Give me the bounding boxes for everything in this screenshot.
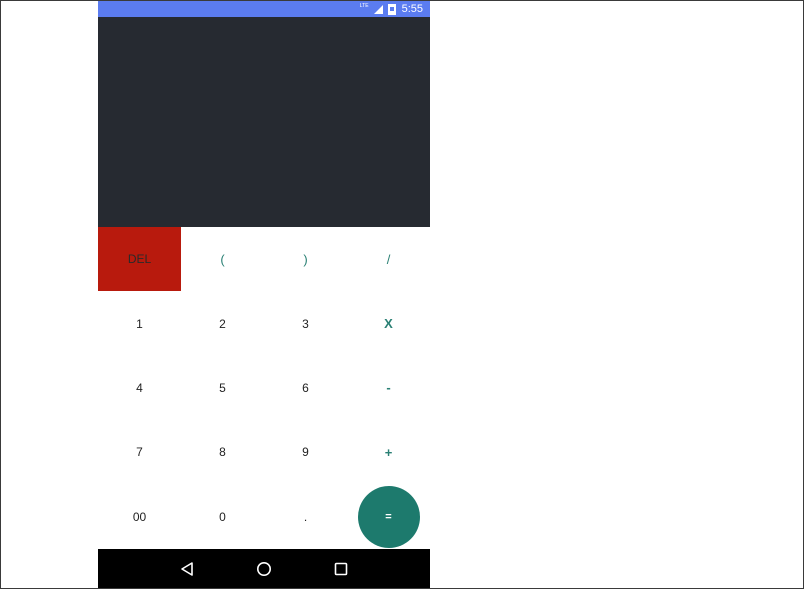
del-button[interactable]: DEL [98, 227, 181, 292]
status-time: 5:55 [401, 3, 423, 15]
navigation-bar [98, 549, 430, 588]
digit-0-button[interactable]: 0 [181, 485, 264, 549]
app-window: LTE 5:55 DEL()/ 1 2 3 X 4 5 6- 7 8 9 +00 0. = [0, 0, 804, 589]
digit-3-button[interactable]: 3 [264, 291, 347, 355]
multiply-button[interactable]: X [347, 291, 430, 355]
open-paren-button[interactable]: ( [181, 227, 264, 291]
digit-2-button[interactable]: 2 [181, 291, 264, 355]
digit-8-button[interactable]: 8 [181, 420, 264, 484]
signal-icon [373, 4, 383, 14]
divide-button[interactable]: / [347, 227, 430, 291]
recents-icon[interactable] [329, 557, 353, 581]
home-icon[interactable] [252, 557, 276, 581]
calculator-display [98, 17, 430, 227]
digit-7-button[interactable]: 7 [98, 420, 181, 484]
digit-5-button[interactable]: 5 [181, 356, 264, 420]
equals-cell: = [347, 485, 430, 549]
battery-icon [387, 3, 396, 15]
digit-1-button[interactable]: 1 [98, 291, 181, 355]
status-icons: LTE [359, 2, 396, 15]
digit-4-button[interactable]: 4 [98, 356, 181, 420]
digit-9-button[interactable]: 9 [264, 420, 347, 484]
double-zero-button[interactable]: 00 [98, 485, 181, 549]
back-icon[interactable] [175, 557, 199, 581]
minus-button[interactable]: - [347, 356, 430, 420]
phone-screen: LTE 5:55 DEL()/ 1 2 3 X 4 5 6- 7 8 9 +00 0. = [98, 1, 430, 588]
digit-6-button[interactable]: 6 [264, 356, 347, 420]
close-paren-button[interactable]: ) [264, 227, 347, 291]
plus-button[interactable]: + [347, 420, 430, 484]
decimal-button[interactable]: . [264, 485, 347, 549]
status-bar: LTE 5:55 [98, 1, 430, 17]
keypad: DEL()/ 1 2 3 X 4 5 6- 7 8 9 +00 0. = [98, 227, 430, 549]
lte-icon: LTE [359, 2, 369, 9]
equals-button[interactable]: = [357, 485, 420, 548]
